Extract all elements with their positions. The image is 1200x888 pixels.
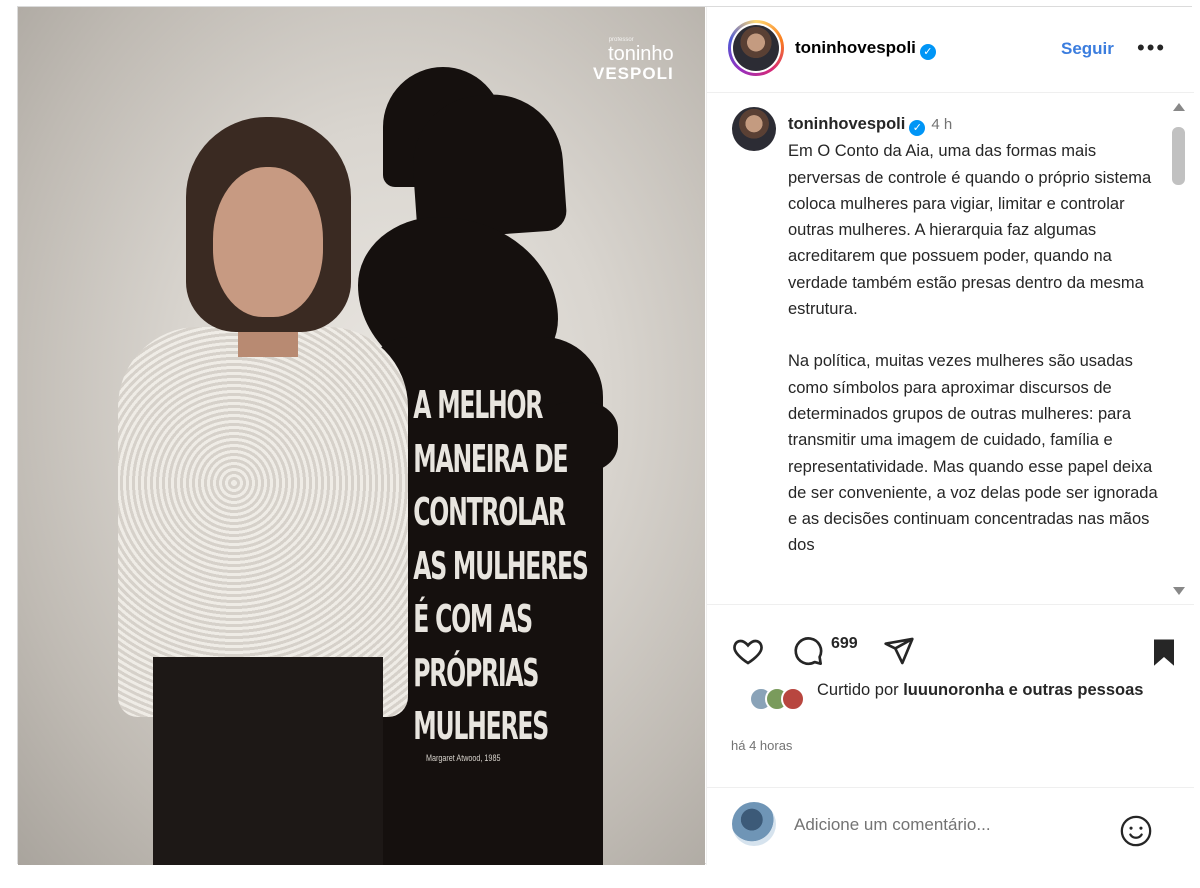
post-side-panel: toninhovespoli ✓ Seguir ••• toninhovespol… bbox=[706, 7, 1194, 865]
avatar bbox=[732, 802, 776, 846]
poster-headline: A MELHOR MANEIRA DE CONTROLAR AS MULHERE… bbox=[413, 383, 589, 748]
poster-attribution: Margaret Atwood, 1985 bbox=[426, 753, 501, 763]
post-timestamp[interactable]: há 4 horas bbox=[731, 738, 792, 753]
likes-others-link[interactable]: e outras pessoas bbox=[1009, 681, 1144, 699]
caption-paragraph: Em O Conto da Aia, uma das formas mais p… bbox=[788, 142, 1152, 319]
avatar[interactable] bbox=[732, 107, 776, 151]
scrollbar[interactable] bbox=[1169, 93, 1187, 604]
scroll-down-arrow-icon[interactable] bbox=[1173, 587, 1185, 595]
avatar[interactable] bbox=[728, 20, 784, 76]
follow-button[interactable]: Seguir bbox=[1061, 39, 1114, 59]
scroll-thumb[interactable] bbox=[1172, 127, 1185, 185]
likes-summary: Curtido por luuunoronha e outras pessoas bbox=[731, 677, 1171, 729]
emoji-icon[interactable] bbox=[1119, 814, 1153, 848]
comment-bar bbox=[707, 787, 1194, 865]
caption-time[interactable]: 4 h bbox=[931, 116, 952, 133]
post-image[interactable]: professor toninho VESPOLI A MELHOR MANEI… bbox=[18, 7, 705, 865]
comment-icon[interactable] bbox=[791, 635, 825, 667]
author-username[interactable]: toninhovespoli ✓ bbox=[795, 38, 936, 60]
heart-icon[interactable] bbox=[731, 635, 765, 667]
likes-text: Curtido por luuunoronha e outras pessoas bbox=[817, 681, 1144, 699]
caption-username[interactable]: toninhovespoli bbox=[788, 115, 905, 133]
verified-icon: ✓ bbox=[919, 44, 936, 60]
scroll-up-arrow-icon[interactable] bbox=[1173, 103, 1185, 111]
action-bar: 699 bbox=[707, 605, 1194, 685]
bookmark-icon[interactable] bbox=[1149, 635, 1179, 669]
ellipsis-icon[interactable]: ••• bbox=[1137, 35, 1166, 61]
share-icon[interactable] bbox=[883, 635, 915, 667]
instagram-post-modal: professor toninho VESPOLI A MELHOR MANEI… bbox=[17, 6, 1194, 865]
caption-scroll-area[interactable]: toninhovespoli ✓ 4 h Em O Conto da Aia, um… bbox=[707, 93, 1194, 605]
avatar[interactable] bbox=[781, 687, 805, 711]
verified-icon: ✓ bbox=[909, 120, 926, 136]
comment-count[interactable]: 699 bbox=[831, 635, 858, 653]
liked-by-user[interactable]: luuunoronha bbox=[903, 681, 1004, 699]
brand-logo: professor toninho VESPOLI bbox=[593, 37, 674, 83]
caption-text: toninhovespoli ✓ 4 h Em O Conto da Aia, um… bbox=[788, 111, 1158, 559]
caption-paragraph: Na política, muitas vezes mulheres são u… bbox=[788, 352, 1158, 555]
comment-input[interactable] bbox=[794, 810, 1094, 840]
post-header: toninhovespoli ✓ Seguir ••• bbox=[707, 7, 1194, 93]
